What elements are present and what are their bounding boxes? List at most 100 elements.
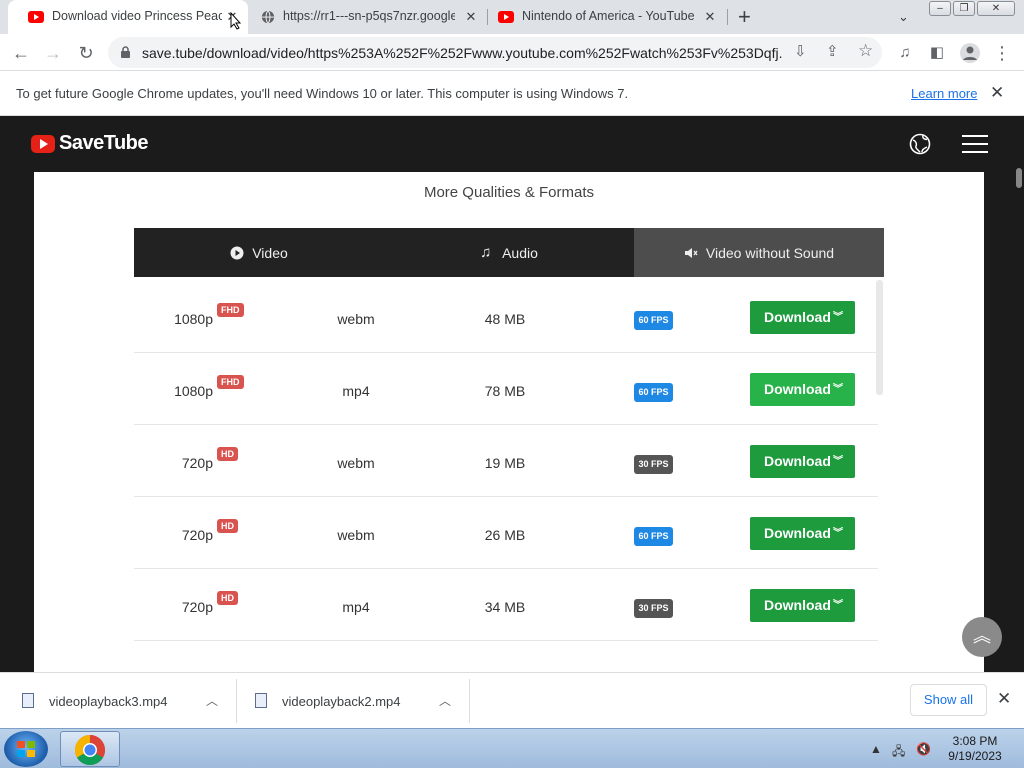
scroll-to-top-button[interactable]: ︽	[962, 617, 1002, 657]
address-bar[interactable]: save.tube/download/video/https%253A%252F…	[108, 37, 882, 68]
taskbar-clock[interactable]: 3:08 PM 9/19/2023	[940, 734, 1010, 764]
file-size: 78 MB	[484, 383, 526, 399]
tab-strip: Download video Princess Peach: ✕ https:/…	[0, 0, 1024, 34]
taskbar-chrome-button[interactable]	[60, 731, 120, 767]
windows-taskbar: ▲ 🖧 🔇 3:08 PM 9/19/2023	[0, 728, 1024, 768]
download-button[interactable]: Download ︾	[750, 445, 855, 478]
site-header: SaveTube	[0, 116, 1024, 172]
double-chevron-up-icon: ︽	[973, 626, 991, 646]
file-size: 26 MB	[484, 527, 526, 543]
download-button[interactable]: Download ︾	[750, 517, 855, 550]
download-label: Download	[764, 597, 831, 613]
savetube-logo-icon[interactable]	[31, 135, 55, 153]
file-size: 19 MB	[484, 455, 526, 471]
side-panel-icon[interactable]: ◧	[926, 42, 948, 64]
start-button[interactable]	[4, 731, 48, 767]
bookmark-star-icon[interactable]: ☆	[858, 41, 873, 61]
close-shelf-icon[interactable]: ✕	[997, 689, 1011, 709]
tab-separator	[727, 9, 728, 25]
quality-label: 720p	[181, 455, 213, 471]
format-label: mp4	[342, 599, 370, 615]
download-label: Download	[764, 525, 831, 541]
quality-label: 1080p	[174, 383, 213, 399]
restore-button[interactable]: ❐	[953, 1, 975, 16]
fps-badge: 60 FPS	[634, 383, 673, 402]
format-row: 720p HD webm 26 MB 60 FPS Download ︾	[134, 497, 878, 569]
fps-badge: 60 FPS	[634, 527, 673, 546]
download-shelf: videoplayback3.mp4 ︿ videoplayback2.mp4 …	[0, 672, 1024, 728]
volume-muted-icon[interactable]: 🔇	[916, 742, 931, 756]
format-row: 720p HD webm 19 MB 30 FPS Download ︾	[134, 425, 878, 497]
media-control-icon[interactable]: ♫	[894, 42, 916, 64]
quality-badge: HD	[217, 519, 238, 533]
network-icon[interactable]: 🖧	[892, 742, 905, 763]
tab-close-icon[interactable]: ✕	[702, 9, 718, 25]
tab-googlevideo[interactable]: https://rr1---sn-p5qs7nzr.googlev ✕	[248, 0, 486, 34]
tab-audio[interactable]: ♫ Audio	[384, 228, 634, 277]
install-app-icon[interactable]: ⇩	[794, 42, 807, 60]
youtube-icon	[498, 11, 514, 23]
table-scrollbar[interactable]	[876, 280, 883, 395]
chevron-up-icon[interactable]: ︿	[206, 692, 218, 709]
menu-kebab-icon[interactable]: ⋮	[991, 42, 1013, 64]
chevron-down-icon: ︾	[833, 456, 843, 467]
forward-arrow-icon[interactable]: →	[42, 42, 64, 64]
tab-close-icon[interactable]: ✕	[463, 9, 479, 25]
quality-label: 720p	[181, 599, 213, 615]
format-label: webm	[337, 455, 375, 471]
close-window-button[interactable]: ✕	[977, 1, 1015, 16]
download-button[interactable]: Download ︾	[750, 301, 855, 334]
show-all-button[interactable]: Show all	[910, 684, 987, 716]
profile-avatar-icon[interactable]	[959, 42, 981, 64]
brand-name[interactable]: SaveTube	[59, 132, 149, 155]
tab-download-video[interactable]: Download video Princess Peach: ✕	[8, 0, 248, 34]
tab-search-chevron-icon[interactable]: ⌄	[898, 9, 909, 25]
download-label: Download	[764, 309, 831, 325]
language-globe-icon[interactable]	[909, 133, 931, 155]
learn-more-link[interactable]: Learn more	[911, 86, 977, 101]
tab-video-without-sound-label: Video without Sound	[705, 244, 835, 261]
tab-nintendo-youtube[interactable]: Nintendo of America - YouTube ✕	[488, 0, 728, 34]
url-text[interactable]: save.tube/download/video/https%253A%252F…	[142, 45, 782, 61]
chevron-down-icon: ︾	[833, 384, 843, 395]
download-filename: videoplayback2.mp4	[282, 694, 401, 709]
tray-expand-icon[interactable]: ▲	[870, 742, 882, 756]
download-filename: videoplayback3.mp4	[49, 694, 168, 709]
format-label: webm	[337, 527, 375, 543]
close-infobar-icon[interactable]: ✕	[990, 83, 1004, 103]
windows-logo-icon	[17, 741, 35, 757]
file-size: 34 MB	[484, 599, 526, 615]
back-arrow-icon[interactable]: ←	[10, 42, 32, 64]
chevron-down-icon: ︾	[833, 312, 843, 323]
share-icon[interactable]: ⇪	[826, 42, 839, 60]
download-button[interactable]: Download ︾	[750, 373, 855, 406]
format-tabs: Video ♫ Audio Video without Sound	[134, 228, 884, 277]
hamburger-menu-icon[interactable]	[962, 135, 988, 153]
chevron-up-icon[interactable]: ︿	[439, 692, 451, 709]
chevron-down-icon: ︾	[833, 528, 843, 539]
browser-toolbar: ← → ↻ save.tube/download/video/https%253…	[0, 34, 1024, 71]
reload-icon[interactable]: ↻	[75, 42, 97, 64]
quality-label: 720p	[181, 527, 213, 543]
quality-badge: HD	[217, 591, 238, 605]
quality-badge: FHD	[217, 303, 244, 317]
download-button[interactable]: Download ︾	[750, 589, 855, 622]
quality-badge: FHD	[217, 375, 244, 389]
tab-video[interactable]: Video	[134, 228, 384, 277]
tab-title: Download video Princess Peach:	[52, 9, 222, 23]
play-circle-icon	[230, 246, 244, 259]
new-tab-button[interactable]: +	[738, 4, 751, 30]
file-icon	[22, 693, 34, 708]
globe-icon	[261, 10, 275, 24]
download-item[interactable]: videoplayback2.mp4 ︿	[233, 673, 469, 729]
tab-title: https://rr1---sn-p5qs7nzr.googlev	[283, 9, 455, 23]
fps-badge: 30 FPS	[634, 599, 673, 618]
tab-video-without-sound[interactable]: Video without Sound	[634, 228, 884, 277]
clock-date: 9/19/2023	[948, 749, 1002, 763]
chevron-down-icon: ︾	[833, 600, 843, 611]
quality-badge: HD	[217, 447, 238, 461]
fps-badge: 60 FPS	[634, 311, 673, 330]
format-row: 1080p FHD mp4 78 MB 60 FPS Download ︾	[134, 353, 878, 425]
minimize-button[interactable]: –	[929, 1, 951, 16]
download-item[interactable]: videoplayback3.mp4 ︿	[0, 673, 236, 729]
